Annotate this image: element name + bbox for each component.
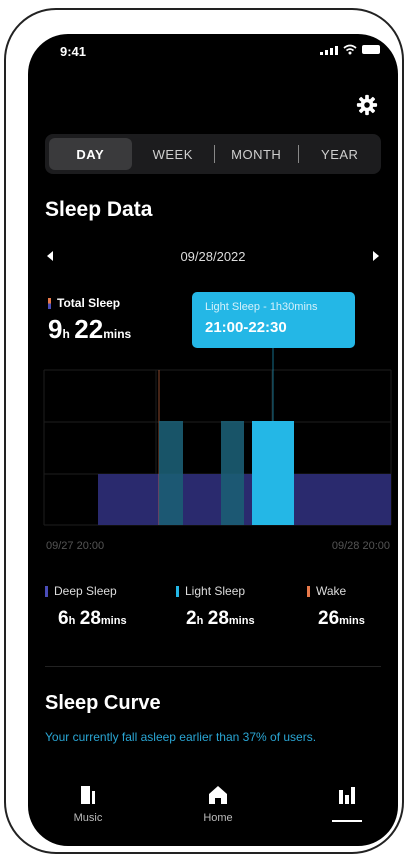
deep-sleep-band — [98, 474, 391, 525]
deep-mins: 28 — [79, 608, 101, 629]
wake-mins: 26 — [318, 608, 340, 629]
nav-music[interactable]: Music — [58, 784, 118, 824]
light-sleep-bar[interactable] — [221, 421, 244, 525]
light-sleep-swatch — [176, 585, 179, 597]
nav-active-indicator — [332, 820, 362, 822]
legend-deep-sleep: Deep Sleep — [45, 584, 117, 598]
sleep-curve-title: Sleep Curve — [45, 692, 161, 714]
deep-sleep-value: 6h 28mins — [58, 608, 127, 630]
home-icon — [209, 786, 227, 804]
legend-label: Wake — [316, 584, 347, 598]
mins-unit: mins — [339, 615, 365, 627]
legend-wake: Wake — [307, 584, 346, 598]
tooltip-stage: Light Sleep - 1h30mins — [205, 301, 318, 313]
mins-unit: mins — [228, 615, 255, 627]
sleep-curve-subtitle: Your currently fall asleep earlier than … — [45, 730, 317, 744]
mins-unit: mins — [100, 615, 127, 627]
light-hours: 2 — [186, 608, 197, 629]
light-sleep-bar-selected[interactable] — [252, 421, 294, 525]
hours-unit: h — [68, 615, 76, 627]
legend-light-sleep: Light Sleep — [176, 584, 245, 598]
hours-unit: h — [196, 615, 204, 627]
nav-home[interactable]: Home — [188, 784, 248, 824]
deep-hours: 6 — [58, 608, 69, 629]
nav-music-label: Music — [73, 812, 103, 824]
light-sleep-value: 2h 28mins — [186, 608, 255, 630]
legend-label: Deep Sleep — [54, 584, 117, 598]
light-sleep-bar[interactable] — [159, 421, 183, 525]
tooltip-time-range: 21:00-22:30 — [205, 319, 287, 336]
light-mins: 28 — [207, 608, 229, 629]
section-divider — [45, 666, 381, 667]
axis-start-label: 09/27 20:00 — [46, 540, 105, 552]
nav-stats[interactable] — [317, 784, 377, 809]
wake-swatch — [307, 585, 310, 597]
phone-frame: 9:41 DAY WEEK MONTH YEAR Sleep Data 09/2… — [4, 8, 404, 854]
bar-chart-icon — [339, 787, 355, 804]
wake-value: 26mins — [318, 608, 365, 630]
deep-sleep-swatch — [45, 585, 48, 597]
app-screen: 9:41 DAY WEEK MONTH YEAR Sleep Data 09/2… — [28, 34, 398, 846]
axis-end-label: 09/28 20:00 — [331, 540, 390, 552]
music-icon — [81, 786, 95, 804]
legend-label: Light Sleep — [185, 584, 246, 598]
bottom-nav: Music Home — [28, 778, 398, 846]
selected-segment-tooltip: Light Sleep - 1h30mins 21:00-22:30 — [192, 292, 355, 348]
nav-home-label: Home — [203, 812, 233, 824]
